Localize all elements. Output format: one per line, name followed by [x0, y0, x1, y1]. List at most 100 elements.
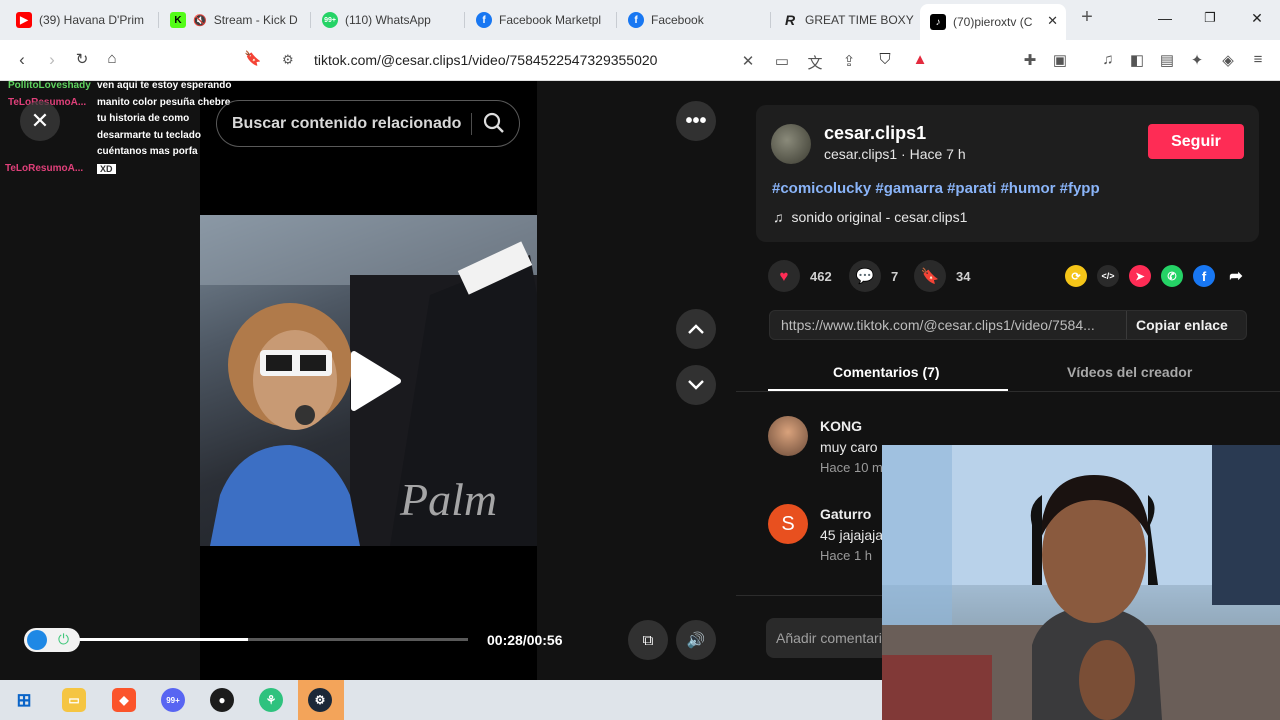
- address-bar-row: ‹ › ↻ ⌂ 🔖 ⚙ tiktok.com/@cesar.clips1/vid…: [0, 40, 1280, 81]
- no-audio-icon[interactable]: ✕: [738, 52, 758, 70]
- svg-text:Palm: Palm: [399, 474, 497, 525]
- video-progress-bar[interactable]: [28, 638, 468, 641]
- scrub-handle[interactable]: ⏻: [24, 628, 80, 652]
- url-field[interactable]: ⚙ tiktok.com/@cesar.clips1/video/7584522…: [272, 46, 946, 75]
- windows-taskbar: ⊞ ▭ ◆ 99+ ● ⚘ ⚙: [0, 680, 882, 720]
- media-icon[interactable]: ♫: [1098, 51, 1118, 68]
- hashtags[interactable]: #comicolucky #gamarra #parati #humor #fy…: [772, 180, 1100, 197]
- kick-icon: K: [170, 12, 186, 28]
- close-video-button[interactable]: ✕: [20, 101, 60, 141]
- comment-author[interactable]: KONG: [820, 418, 862, 434]
- embed-icon[interactable]: </>: [1097, 265, 1119, 287]
- facebook-share-icon[interactable]: f: [1193, 265, 1215, 287]
- chat-message: cuéntanos mas porfa: [97, 146, 198, 157]
- follow-button[interactable]: Seguir: [1148, 124, 1244, 159]
- save-count: 34: [956, 268, 971, 284]
- previous-video-button[interactable]: [676, 309, 716, 349]
- new-tab-button[interactable]: +: [1077, 6, 1097, 29]
- windows-start-icon[interactable]: ⊞: [12, 688, 36, 712]
- avatar[interactable]: [768, 416, 808, 456]
- webcam-feed: [882, 445, 1280, 720]
- restore-button[interactable]: ❐: [1200, 10, 1220, 26]
- avatar[interactable]: S: [768, 504, 808, 544]
- extensions-icon[interactable]: ✚: [1020, 51, 1040, 69]
- brave-rewards-icon[interactable]: ▲: [910, 51, 930, 68]
- close-window-button[interactable]: ✕: [1247, 10, 1267, 27]
- tab-creator-videos[interactable]: Vídeos del creador: [1067, 364, 1192, 380]
- bookmark-icon[interactable]: 🔖: [243, 50, 263, 67]
- more-options-button[interactable]: •••: [676, 101, 716, 141]
- share-page-icon[interactable]: ⇪: [839, 52, 859, 70]
- creator-subline: cesar.clips1 · Hace 7 h: [824, 146, 966, 162]
- tab-facebook[interactable]: f Facebook: [618, 4, 768, 36]
- volume-button[interactable]: 🔊: [676, 620, 716, 660]
- more-share-icon[interactable]: ➦: [1225, 265, 1247, 287]
- active-tab-indicator: [768, 389, 1008, 391]
- chat-user: PollitoLoveshady: [8, 80, 91, 91]
- tab-title: Facebook Marketpl: [499, 13, 602, 27]
- tab-youtube[interactable]: ▶ (39) Havana D'Prim: [6, 4, 156, 36]
- wallet-icon[interactable]: ▤: [1157, 51, 1177, 69]
- like-stat[interactable]: ♥ 462: [768, 260, 832, 292]
- repost-icon[interactable]: ⟳: [1065, 265, 1087, 287]
- reload-icon[interactable]: ↻: [72, 50, 92, 68]
- comment-stat[interactable]: 💬 7: [849, 260, 898, 292]
- chat-message: ven aqui te estoy esperando: [97, 80, 232, 91]
- muted-icon[interactable]: 🔇: [193, 14, 207, 27]
- translate-icon[interactable]: 文: [805, 52, 825, 73]
- save-stat[interactable]: 🔖 34: [914, 260, 970, 292]
- sound-row[interactable]: ♫ sonido original - cesar.clips1: [773, 209, 967, 225]
- obs-icon[interactable]: ●: [210, 688, 234, 712]
- chat-user: TeLoResumoA...: [5, 162, 84, 174]
- tab-title: (39) Havana D'Prim: [39, 13, 144, 27]
- sidebar-icon[interactable]: ▣: [1050, 51, 1070, 69]
- vpn-icon[interactable]: ◈: [1218, 51, 1238, 69]
- tab-great-time-boxy[interactable]: R GREAT TIME BOXY: [772, 4, 918, 36]
- music-note-icon: ♫: [773, 209, 784, 225]
- next-video-button[interactable]: [676, 365, 716, 405]
- whatsapp-share-icon[interactable]: ✆: [1161, 265, 1183, 287]
- tab-facebook-marketplace[interactable]: f Facebook Marketpl: [466, 4, 614, 36]
- video-link[interactable]: https://www.tiktok.com/@cesar.clips1/vid…: [781, 317, 1095, 333]
- discord-icon[interactable]: 99+: [161, 688, 185, 712]
- facebook-icon: f: [476, 12, 492, 28]
- creator-avatar[interactable]: [771, 124, 811, 164]
- floating-player-button[interactable]: ⧉: [628, 620, 668, 660]
- tab-kick[interactable]: K 🔇 Stream - Kick D: [160, 4, 308, 36]
- tab-whatsapp[interactable]: 99+ (110) WhatsApp: [312, 4, 462, 36]
- related-search-input[interactable]: Buscar contenido relacionado: [216, 100, 520, 147]
- tab-tiktok-active[interactable]: ♪ (70)pieroxtv (C ✕: [920, 4, 1066, 40]
- home-icon[interactable]: ⌂: [102, 50, 122, 67]
- tab-title: (70)pieroxtv (C: [953, 15, 1033, 29]
- minimize-button[interactable]: —: [1155, 10, 1175, 26]
- streaming-app-icon[interactable]: ⚘: [259, 688, 283, 712]
- play-icon[interactable]: [346, 350, 402, 417]
- copy-link-button[interactable]: Copiar enlace: [1136, 317, 1228, 333]
- menu-icon[interactable]: ≡: [1248, 51, 1268, 68]
- tab-title: Stream - Kick D: [213, 13, 298, 27]
- tab-comments[interactable]: Comentarios (7): [833, 364, 940, 380]
- site-settings-icon[interactable]: ⚙: [282, 52, 294, 68]
- close-tab-icon[interactable]: ✕: [1047, 13, 1058, 29]
- panel-icon[interactable]: ◧: [1127, 51, 1147, 69]
- chat-message: XD: [97, 163, 116, 174]
- creator-username[interactable]: cesar.clips1: [824, 123, 926, 144]
- forward-icon[interactable]: ›: [42, 50, 62, 70]
- file-explorer-icon[interactable]: ▭: [62, 688, 86, 712]
- send-icon[interactable]: ➤: [1129, 265, 1151, 287]
- comment-text: 45 jajajaja: [820, 527, 884, 543]
- search-icon[interactable]: [483, 112, 505, 139]
- brave-shields-icon[interactable]: ⛉: [875, 51, 895, 68]
- heart-icon[interactable]: ♥: [768, 260, 800, 292]
- back-icon[interactable]: ‹: [12, 50, 32, 70]
- cast-icon[interactable]: ▭: [772, 52, 792, 70]
- brave-browser-icon[interactable]: ◆: [112, 688, 136, 712]
- url-text[interactable]: tiktok.com/@cesar.clips1/video/758452254…: [314, 52, 657, 68]
- tab-title: (110) WhatsApp: [345, 13, 431, 27]
- comment-author[interactable]: Gaturro: [820, 506, 871, 522]
- comment-icon[interactable]: 💬: [849, 260, 881, 292]
- steam-icon[interactable]: ⚙: [308, 688, 332, 712]
- bookmark-icon[interactable]: 🔖: [914, 260, 946, 292]
- whatsapp-icon: 99+: [322, 12, 338, 28]
- leo-ai-icon[interactable]: ✦: [1187, 51, 1207, 69]
